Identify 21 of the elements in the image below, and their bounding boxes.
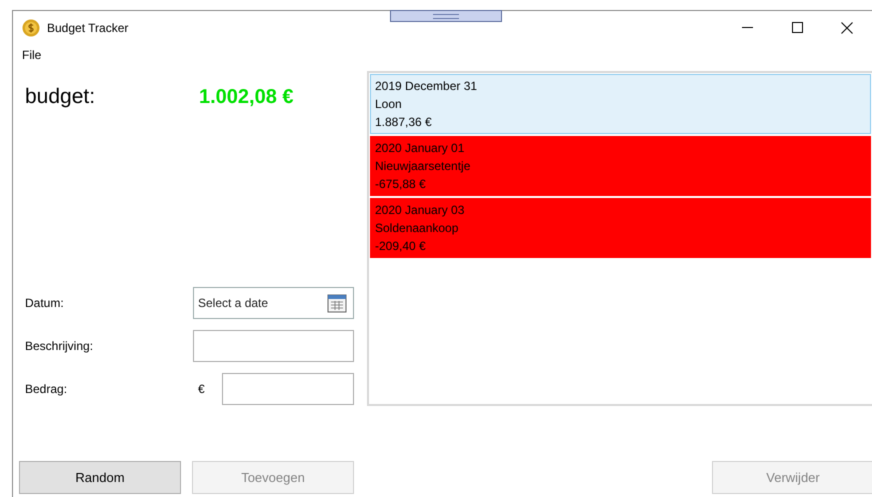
currency-symbol: € <box>197 382 206 396</box>
close-icon <box>841 22 853 34</box>
description-field[interactable] <box>193 330 354 362</box>
minimize-icon <box>742 27 752 28</box>
transaction-item[interactable]: 2020 January 03 Soldenaankoop -209,40 € <box>370 198 871 258</box>
menu-item[interactable]: File <box>21 46 42 64</box>
budget-value: 1.002,08 € <box>199 86 294 108</box>
date-label: Datum: <box>25 296 65 310</box>
budget-label: budget: <box>25 85 96 109</box>
drag-handle[interactable] <box>390 10 502 22</box>
date-picker[interactable]: Select a date <box>193 287 354 319</box>
transaction-item[interactable]: 2019 December 31 Loon 1.887,36 € <box>370 74 871 134</box>
maximize-icon <box>792 22 802 33</box>
window-title: Budget Tracker <box>47 20 128 34</box>
coin-icon <box>22 18 40 36</box>
amount-field[interactable] <box>222 373 354 405</box>
transaction-item[interactable]: 2020 January 01 Nieuwjaarsetentje -675,88 € <box>370 136 871 196</box>
calendar-icon[interactable] <box>327 293 347 313</box>
description-label: Beschrijving: <box>25 339 94 353</box>
amount-label: Bedrag: <box>25 382 68 396</box>
random-button[interactable]: Random <box>19 461 181 494</box>
